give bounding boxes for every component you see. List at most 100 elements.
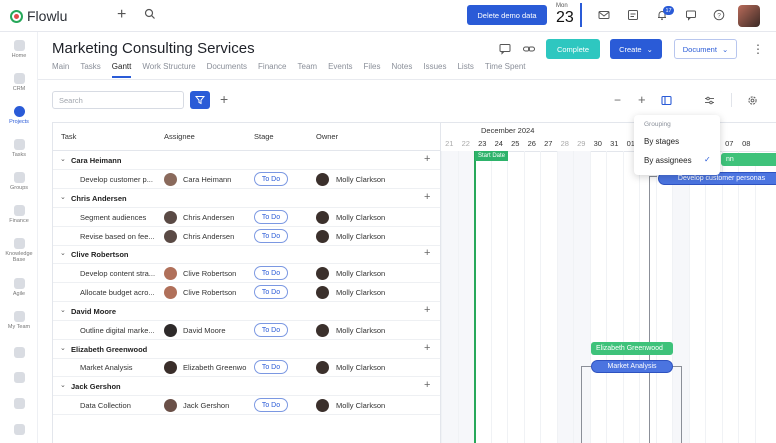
status-badge[interactable]: To Do [254, 229, 288, 243]
help-icon[interactable]: ? [713, 9, 725, 21]
sidebar-item-projects[interactable]: Projects [0, 106, 38, 125]
tab-notes[interactable]: Notes [391, 62, 412, 78]
gantt-timeline[interactable]: December 2024 21 22 23 24 25 26 27 28 29… [440, 123, 776, 443]
column-owner[interactable]: Owner [316, 132, 338, 141]
search-input[interactable]: Search [52, 91, 184, 109]
tab-lists[interactable]: Lists [457, 62, 473, 78]
group-row[interactable]: ⌄ Cara Heimann + [53, 151, 440, 170]
gear-icon[interactable] [747, 95, 758, 106]
task-name[interactable]: Develop customer p... [80, 175, 160, 184]
column-stage[interactable]: Stage [254, 132, 274, 141]
tab-events[interactable]: Events [328, 62, 352, 78]
add-task-icon[interactable]: + [424, 342, 430, 354]
group-row[interactable]: ⌄ Clive Robertson + [53, 245, 440, 264]
grouping-option-by-assignees[interactable]: By assignees [644, 156, 692, 165]
tab-main[interactable]: Main [52, 62, 69, 78]
status-badge[interactable]: To Do [254, 398, 288, 412]
document-button[interactable]: Document ⌄ [674, 39, 737, 59]
chevron-down-icon[interactable]: ⌄ [60, 249, 66, 257]
sidebar-item-extra-2[interactable] [0, 372, 38, 383]
add-task-icon[interactable]: + [424, 379, 430, 391]
task-name[interactable]: Develop content stra... [80, 269, 160, 278]
sidebar-item-extra-3[interactable] [0, 398, 38, 409]
add-column-icon[interactable]: + [220, 91, 228, 107]
task-name[interactable]: Segment audiences [80, 213, 160, 222]
gantt-task-bar[interactable]: Market Analysis [591, 360, 673, 373]
sidebar-item-extra-4[interactable] [0, 424, 38, 435]
filter-button[interactable] [190, 91, 210, 109]
sidebar-item-knowledge-base[interactable]: Knowledge Base [0, 238, 38, 263]
create-button[interactable]: Create ⌄ [610, 39, 662, 59]
sidebar-item-crm[interactable]: CRM [0, 73, 38, 92]
tab-documents[interactable]: Documents [207, 62, 247, 78]
chevron-down-icon[interactable]: ⌄ [60, 155, 66, 163]
task-name[interactable]: Revise based on fee... [80, 232, 160, 241]
chevron-down-icon[interactable]: ⌄ [60, 381, 66, 389]
zoom-in-button[interactable]: + [638, 92, 646, 107]
tab-files[interactable]: Files [364, 62, 381, 78]
group-row[interactable]: ⌄ David Moore + [53, 302, 440, 321]
task-name[interactable]: Market Analysis [80, 363, 160, 372]
table-row[interactable]: Segment audiences Chris Andersen To Do M… [53, 208, 440, 227]
settings-sliders-icon[interactable] [704, 95, 715, 106]
status-badge[interactable]: To Do [254, 360, 288, 374]
notes-icon[interactable] [627, 9, 639, 21]
add-task-icon[interactable]: + [424, 191, 430, 203]
status-badge[interactable]: To Do [254, 285, 288, 299]
delete-demo-data-button[interactable]: Delete demo data [467, 5, 547, 25]
task-name[interactable]: Outline digital marke... [80, 326, 160, 335]
status-badge[interactable]: To Do [254, 266, 288, 280]
column-assignee[interactable]: Assignee [164, 132, 195, 141]
add-icon[interactable]: + [117, 6, 126, 24]
panel-toggle-icon[interactable] [661, 95, 672, 106]
chat-icon[interactable] [685, 9, 697, 21]
chevron-down-icon[interactable]: ⌄ [60, 344, 66, 352]
search-icon[interactable] [144, 8, 156, 20]
table-row[interactable]: Develop content stra... Clive Robertson … [53, 264, 440, 283]
table-row[interactable]: Allocate budget acro... Clive Robertson … [53, 283, 440, 302]
logo[interactable]: Flowlu [10, 8, 67, 24]
task-name[interactable]: Allocate budget acro... [80, 288, 160, 297]
tab-finance[interactable]: Finance [258, 62, 286, 78]
zoom-out-button[interactable]: − [614, 93, 621, 107]
tab-work-structure[interactable]: Work Structure [142, 62, 195, 78]
grouping-option-by-stages[interactable]: By stages [644, 137, 679, 146]
group-row[interactable]: ⌄ Elizabeth Greenwood + [53, 340, 440, 359]
add-task-icon[interactable]: + [424, 304, 430, 316]
group-row[interactable]: ⌄ Jack Gershon + [53, 377, 440, 396]
status-badge[interactable]: To Do [254, 172, 288, 186]
tab-time-spent[interactable]: Time Spent [485, 62, 526, 78]
tab-gantt[interactable]: Gantt [111, 62, 132, 78]
status-badge[interactable]: To Do [254, 210, 288, 224]
status-badge[interactable]: To Do [254, 323, 288, 337]
sidebar-item-home[interactable]: Home [0, 40, 38, 59]
group-row[interactable]: ⌄ Chris Andersen + [53, 189, 440, 208]
add-task-icon[interactable]: + [424, 153, 430, 165]
calendar-date[interactable]: Mon 23 [556, 3, 582, 27]
table-row[interactable]: Market Analysis Elizabeth Greenwo To Do … [53, 358, 440, 377]
chevron-down-icon[interactable]: ⌄ [60, 193, 66, 201]
sidebar-item-groups[interactable]: Groups [0, 172, 38, 191]
column-task[interactable]: Task [61, 132, 76, 141]
link-icon[interactable] [522, 42, 536, 56]
tab-tasks[interactable]: Tasks [80, 62, 100, 78]
sidebar-item-tasks[interactable]: Tasks [0, 139, 38, 158]
comment-icon[interactable] [498, 42, 512, 56]
sidebar-item-agile[interactable]: Agile [0, 278, 38, 297]
tab-team[interactable]: Team [298, 62, 318, 78]
tab-issues[interactable]: Issues [423, 62, 446, 78]
task-name[interactable]: Data Collection [80, 401, 160, 410]
table-row[interactable]: Data Collection Jack Gershon To Do Molly… [53, 396, 440, 415]
user-avatar[interactable] [738, 5, 760, 27]
sidebar-item-extra-1[interactable] [0, 347, 38, 358]
add-task-icon[interactable]: + [424, 247, 430, 259]
gantt-group-bar[interactable]: nn [721, 153, 776, 166]
sidebar-item-finance[interactable]: Finance [0, 205, 38, 224]
sidebar-item-my-team[interactable]: My Team [0, 311, 38, 330]
chevron-down-icon[interactable]: ⌄ [60, 306, 66, 314]
table-row[interactable]: Revise based on fee... Chris Andersen To… [53, 227, 440, 246]
table-row[interactable]: Outline digital marke... David Moore To … [53, 321, 440, 340]
complete-button[interactable]: Complete [546, 39, 600, 59]
mail-icon[interactable] [598, 9, 610, 21]
table-row[interactable]: Develop customer p... Cara Heimann To Do… [53, 170, 440, 189]
